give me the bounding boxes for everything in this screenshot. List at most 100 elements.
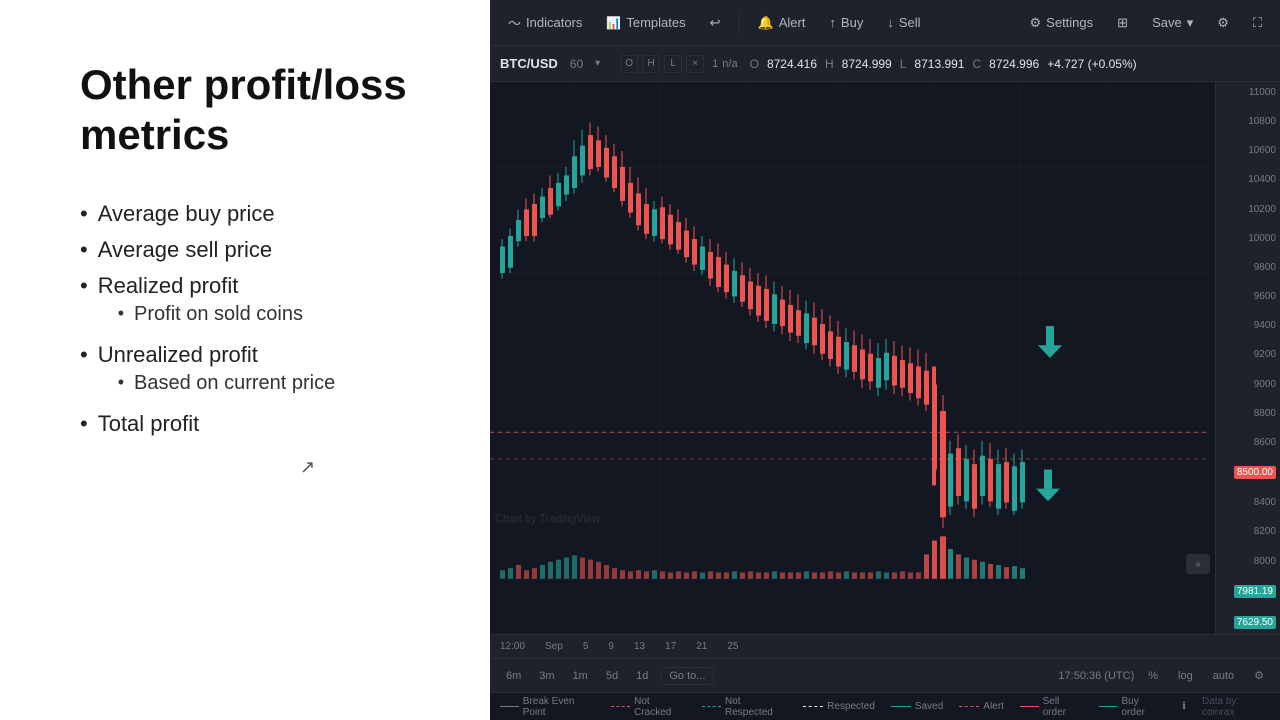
close-label: C — [972, 57, 981, 71]
buy-button[interactable]: ↑ Buy — [819, 10, 873, 35]
sell-button[interactable]: ↓ Sell — [877, 10, 930, 35]
ctrl-btn-2[interactable]: H — [642, 55, 660, 73]
log-button[interactable]: log — [1172, 668, 1199, 684]
toolbar-divider-1 — [739, 11, 740, 35]
legend-label-alert: Alert — [983, 701, 1004, 712]
indicators-icon: 〜 — [508, 13, 521, 32]
ctrl-btn-1[interactable]: O — [620, 55, 638, 73]
list-item-total: Total profit — [80, 411, 440, 437]
templates-icon: 📊 — [606, 16, 621, 30]
settings-button[interactable]: ⚙ Settings — [1020, 10, 1104, 36]
time-5: 5 — [583, 641, 589, 652]
sell-icon: ↓ — [887, 15, 894, 30]
time-21: 21 — [696, 641, 707, 652]
sub-item-current-price: Based on current price — [98, 372, 336, 395]
price-10000: 10000 — [1220, 233, 1276, 244]
high-label: H — [825, 57, 834, 71]
save-button[interactable]: Save ▾ — [1142, 10, 1203, 36]
price-10200: 10200 — [1220, 204, 1276, 215]
tf-6m[interactable]: 6m — [500, 668, 527, 684]
symbol-name[interactable]: BTC/USD — [500, 56, 558, 71]
legend-not-respected: Not Respected — [702, 696, 787, 718]
open-value: 8724.416 — [767, 57, 817, 71]
layout-button[interactable]: ⊞ — [1107, 10, 1138, 36]
save-label: Save — [1152, 15, 1182, 30]
legend-line-respected — [803, 706, 823, 707]
price-10600: 10600 — [1220, 145, 1276, 156]
price-change: +4.727 (+0.05%) — [1047, 57, 1136, 71]
price-8400: 8400 — [1220, 497, 1276, 508]
legend-label-buy-order: Buy order — [1121, 696, 1162, 718]
legend-label-saved: Saved — [915, 701, 943, 712]
bar-count: 1 — [712, 58, 718, 70]
chart-controls: O H L × 1 n/a — [620, 55, 737, 73]
symbol-ohlc: O 8724.416 H 8724.999 L 8713.991 C 8724.… — [750, 57, 1137, 71]
sub-text-sold-coins: Profit on sold coins — [134, 303, 303, 326]
symbol-timeframe[interactable]: 60 — [570, 57, 583, 71]
sub-list-realized: Profit on sold coins — [98, 303, 303, 326]
fullscreen-icon: ⛶ — [1253, 15, 1262, 31]
sub-item-sold-coins: Profit on sold coins — [98, 303, 303, 326]
cursor-pointer: ↗ — [300, 457, 315, 478]
nav-arrow-button[interactable]: » — [1186, 554, 1210, 574]
ctrl-btn-4[interactable]: × — [686, 55, 704, 73]
svg-text:Chart by TradingView: Chart by TradingView — [495, 513, 601, 525]
templates-button[interactable]: 📊 Templates — [596, 10, 695, 35]
ctrl-btn-3[interactable]: L — [664, 55, 682, 73]
undo-button[interactable]: ↩ — [700, 10, 731, 36]
tf-5d[interactable]: 5d — [600, 668, 624, 684]
open-label: O — [750, 57, 759, 71]
price-9200: 9200 — [1220, 349, 1276, 360]
bullet-text-avg-sell: Average sell price — [98, 237, 272, 263]
templates-label: Templates — [626, 15, 685, 30]
chart-area[interactable]: Chart by TradingView 11000 10800 10600 1… — [490, 82, 1280, 634]
alert-button[interactable]: 🔔 Alert — [748, 10, 816, 36]
price-highlight-red-wrap: 8500.00 — [1220, 466, 1276, 479]
alert-icon: 🔔 — [758, 15, 774, 31]
sub-list-unrealized: Based on current price — [98, 372, 336, 395]
bullet-text-realized: Realized profit — [98, 273, 239, 298]
bullet-text-avg-buy: Average buy price — [98, 201, 275, 227]
tf-1m[interactable]: 1m — [567, 668, 594, 684]
price-highlight-green2: 7629.50 — [1234, 616, 1276, 629]
legend-label-break-even: Break Even Point — [523, 696, 596, 718]
config-button[interactable]: ⚙ — [1207, 10, 1239, 36]
legend-saved: Saved — [891, 701, 943, 712]
tf-1d[interactable]: 1d — [630, 668, 654, 684]
list-item-unrealized: Unrealized profit Based on current price — [80, 342, 440, 401]
time-13: 13 — [634, 641, 645, 652]
time-25: 25 — [727, 641, 738, 652]
buy-label: Buy — [841, 15, 863, 30]
time-sep: Sep — [545, 641, 563, 652]
price-highlight-green1-wrap: 7981.19 — [1220, 585, 1276, 598]
caret-icon: ▾ — [595, 58, 600, 69]
bullet-text-unrealized: Unrealized profit — [98, 342, 258, 367]
fullscreen-button[interactable]: ⛶ — [1243, 10, 1272, 36]
time-1200: 12:00 — [500, 641, 525, 652]
sell-label: Sell — [899, 15, 921, 30]
bottom-right: 17:50:36 (UTC) % log auto ⚙ — [1058, 667, 1270, 684]
buy-icon: ↑ — [829, 15, 836, 30]
toolbar-right: ⚙ Settings ⊞ Save ▾ ⚙ ⛶ — [1020, 10, 1272, 36]
alert-label: Alert — [779, 15, 806, 30]
low-value: 8713.991 — [914, 57, 964, 71]
goto-button[interactable]: Go to... — [660, 667, 714, 685]
auto-button[interactable]: auto — [1207, 668, 1240, 684]
bullet-list: Average buy price Average sell price Rea… — [80, 201, 440, 447]
info-icon[interactable]: ℹ — [1182, 701, 1186, 712]
price-9600: 9600 — [1220, 291, 1276, 302]
legend-label-not-cracked: Not Cracked — [634, 696, 686, 718]
chart-svg: Chart by TradingView — [490, 82, 1280, 634]
tf-3m[interactable]: 3m — [533, 668, 560, 684]
indicators-button[interactable]: 〜 Indicators — [498, 8, 592, 37]
legend-sell-order: Sell order — [1020, 696, 1083, 718]
datetime-display: 17:50:36 (UTC) — [1058, 670, 1134, 682]
time-9: 9 — [608, 641, 614, 652]
legend-line-alert — [959, 706, 979, 707]
price-9400: 9400 — [1220, 320, 1276, 331]
sub-text-current-price: Based on current price — [134, 372, 335, 395]
legend-respected: Respected — [803, 701, 875, 712]
percent-button[interactable]: % — [1142, 668, 1164, 684]
price-8800: 8800 — [1220, 408, 1276, 419]
settings-chart-button[interactable]: ⚙ — [1248, 667, 1270, 684]
